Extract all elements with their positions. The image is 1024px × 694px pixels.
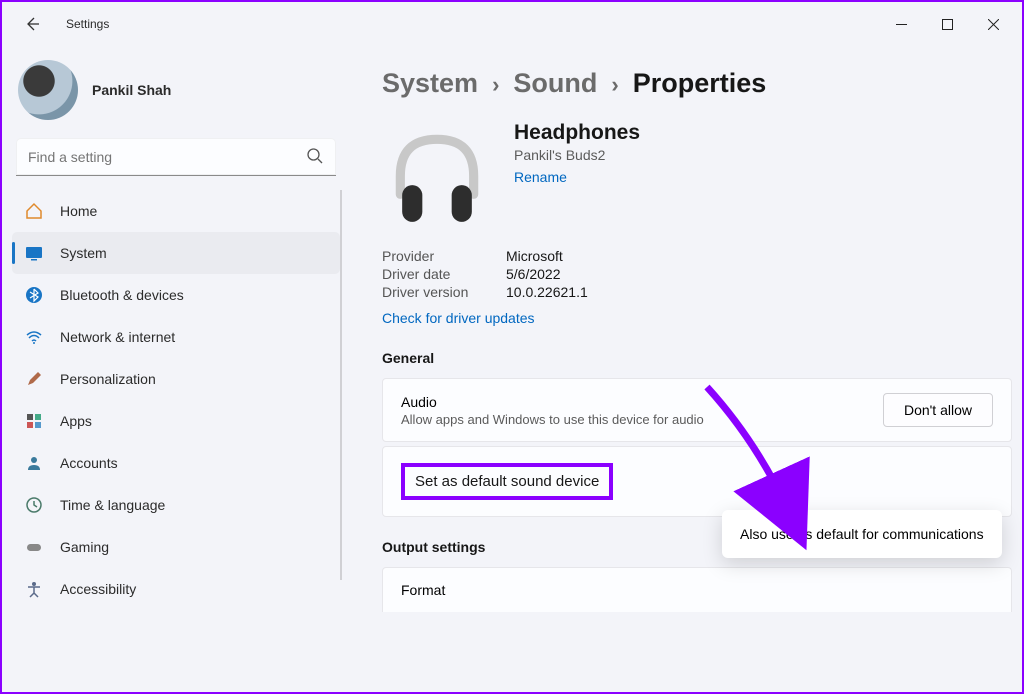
sidebar-item-label: Time & language: [60, 497, 165, 513]
wifi-icon: [24, 327, 44, 347]
sidebar-item-label: Accounts: [60, 455, 118, 471]
driver-version-value: 10.0.22621.1: [506, 284, 588, 300]
driver-date-label: Driver date: [382, 266, 502, 282]
sidebar-item-label: Accessibility: [60, 581, 136, 597]
breadcrumb-sound[interactable]: Sound: [513, 68, 597, 99]
search-icon: [306, 147, 324, 170]
sidebar-item-label: Personalization: [60, 371, 156, 387]
home-icon: [24, 201, 44, 221]
sidebar-item-label: Apps: [60, 413, 92, 429]
maximize-button[interactable]: [924, 8, 970, 40]
gamepad-icon: [24, 537, 44, 557]
sidebar-item-label: Network & internet: [60, 329, 175, 345]
breadcrumb-system[interactable]: System: [382, 68, 478, 99]
device-meta: Provider Microsoft Driver date 5/6/2022 …: [382, 248, 1012, 300]
sidebar-item-system[interactable]: System: [12, 232, 340, 274]
sidebar-item-label: Home: [60, 203, 97, 219]
bluetooth-icon: [24, 285, 44, 305]
driver-date-value: 5/6/2022: [506, 266, 561, 282]
user-name: Pankil Shah: [92, 82, 171, 98]
avatar: [18, 60, 78, 120]
breadcrumb-properties: Properties: [633, 68, 767, 99]
main-content: System › Sound › Properties Headphones P…: [350, 46, 1022, 692]
minimize-button[interactable]: [878, 8, 924, 40]
format-card[interactable]: Format: [382, 567, 1012, 612]
sidebar-item-personalization[interactable]: Personalization: [12, 358, 340, 400]
sidebar-item-label: Bluetooth & devices: [60, 287, 184, 303]
sidebar-item-label: System: [60, 245, 107, 261]
driver-version-label: Driver version: [382, 284, 502, 300]
sidebar-item-bluetooth[interactable]: Bluetooth & devices: [12, 274, 340, 316]
format-label: Format: [401, 582, 445, 598]
sidebar-item-accounts[interactable]: Accounts: [12, 442, 340, 484]
device-subtitle: Pankil's Buds2: [514, 147, 640, 163]
sidebar-item-label: Gaming: [60, 539, 109, 555]
rename-link[interactable]: Rename: [514, 169, 640, 185]
nav-divider: [340, 190, 342, 580]
search-container: [16, 138, 336, 176]
close-button[interactable]: [970, 8, 1016, 40]
general-heading: General: [382, 350, 1012, 366]
check-updates-link[interactable]: Check for driver updates: [382, 310, 535, 326]
chevron-right-icon: ›: [492, 72, 499, 98]
audio-desc: Allow apps and Windows to use this devic…: [401, 412, 704, 427]
back-button[interactable]: [14, 6, 50, 42]
device-title: Headphones: [514, 121, 640, 145]
headphones-icon: [382, 121, 492, 236]
apps-icon: [24, 411, 44, 431]
dont-allow-button[interactable]: Don't allow: [883, 393, 993, 427]
annotation-arrow-icon: [677, 382, 837, 552]
chevron-right-icon: ›: [611, 72, 618, 98]
sidebar-item-gaming[interactable]: Gaming: [12, 526, 340, 568]
sidebar-item-apps[interactable]: Apps: [12, 400, 340, 442]
app-title: Settings: [66, 17, 109, 31]
accessibility-icon: [24, 579, 44, 599]
sidebar: Pankil Shah Home System Bluetooth & devi…: [2, 46, 350, 692]
search-input[interactable]: [16, 138, 336, 176]
person-icon: [24, 453, 44, 473]
system-icon: [24, 243, 44, 263]
sidebar-item-accessibility[interactable]: Accessibility: [12, 568, 340, 610]
sidebar-item-network[interactable]: Network & internet: [12, 316, 340, 358]
sidebar-item-home[interactable]: Home: [12, 190, 340, 232]
audio-label: Audio: [401, 394, 704, 410]
nav: Home System Bluetooth & devices Network …: [12, 190, 340, 610]
breadcrumb: System › Sound › Properties: [382, 68, 1012, 99]
brush-icon: [24, 369, 44, 389]
provider-label: Provider: [382, 248, 502, 264]
sidebar-item-time[interactable]: Time & language: [12, 484, 340, 526]
clock-icon: [24, 495, 44, 515]
set-default-label: Set as default sound device: [401, 463, 613, 500]
provider-value: Microsoft: [506, 248, 563, 264]
user-account[interactable]: Pankil Shah: [12, 54, 340, 138]
